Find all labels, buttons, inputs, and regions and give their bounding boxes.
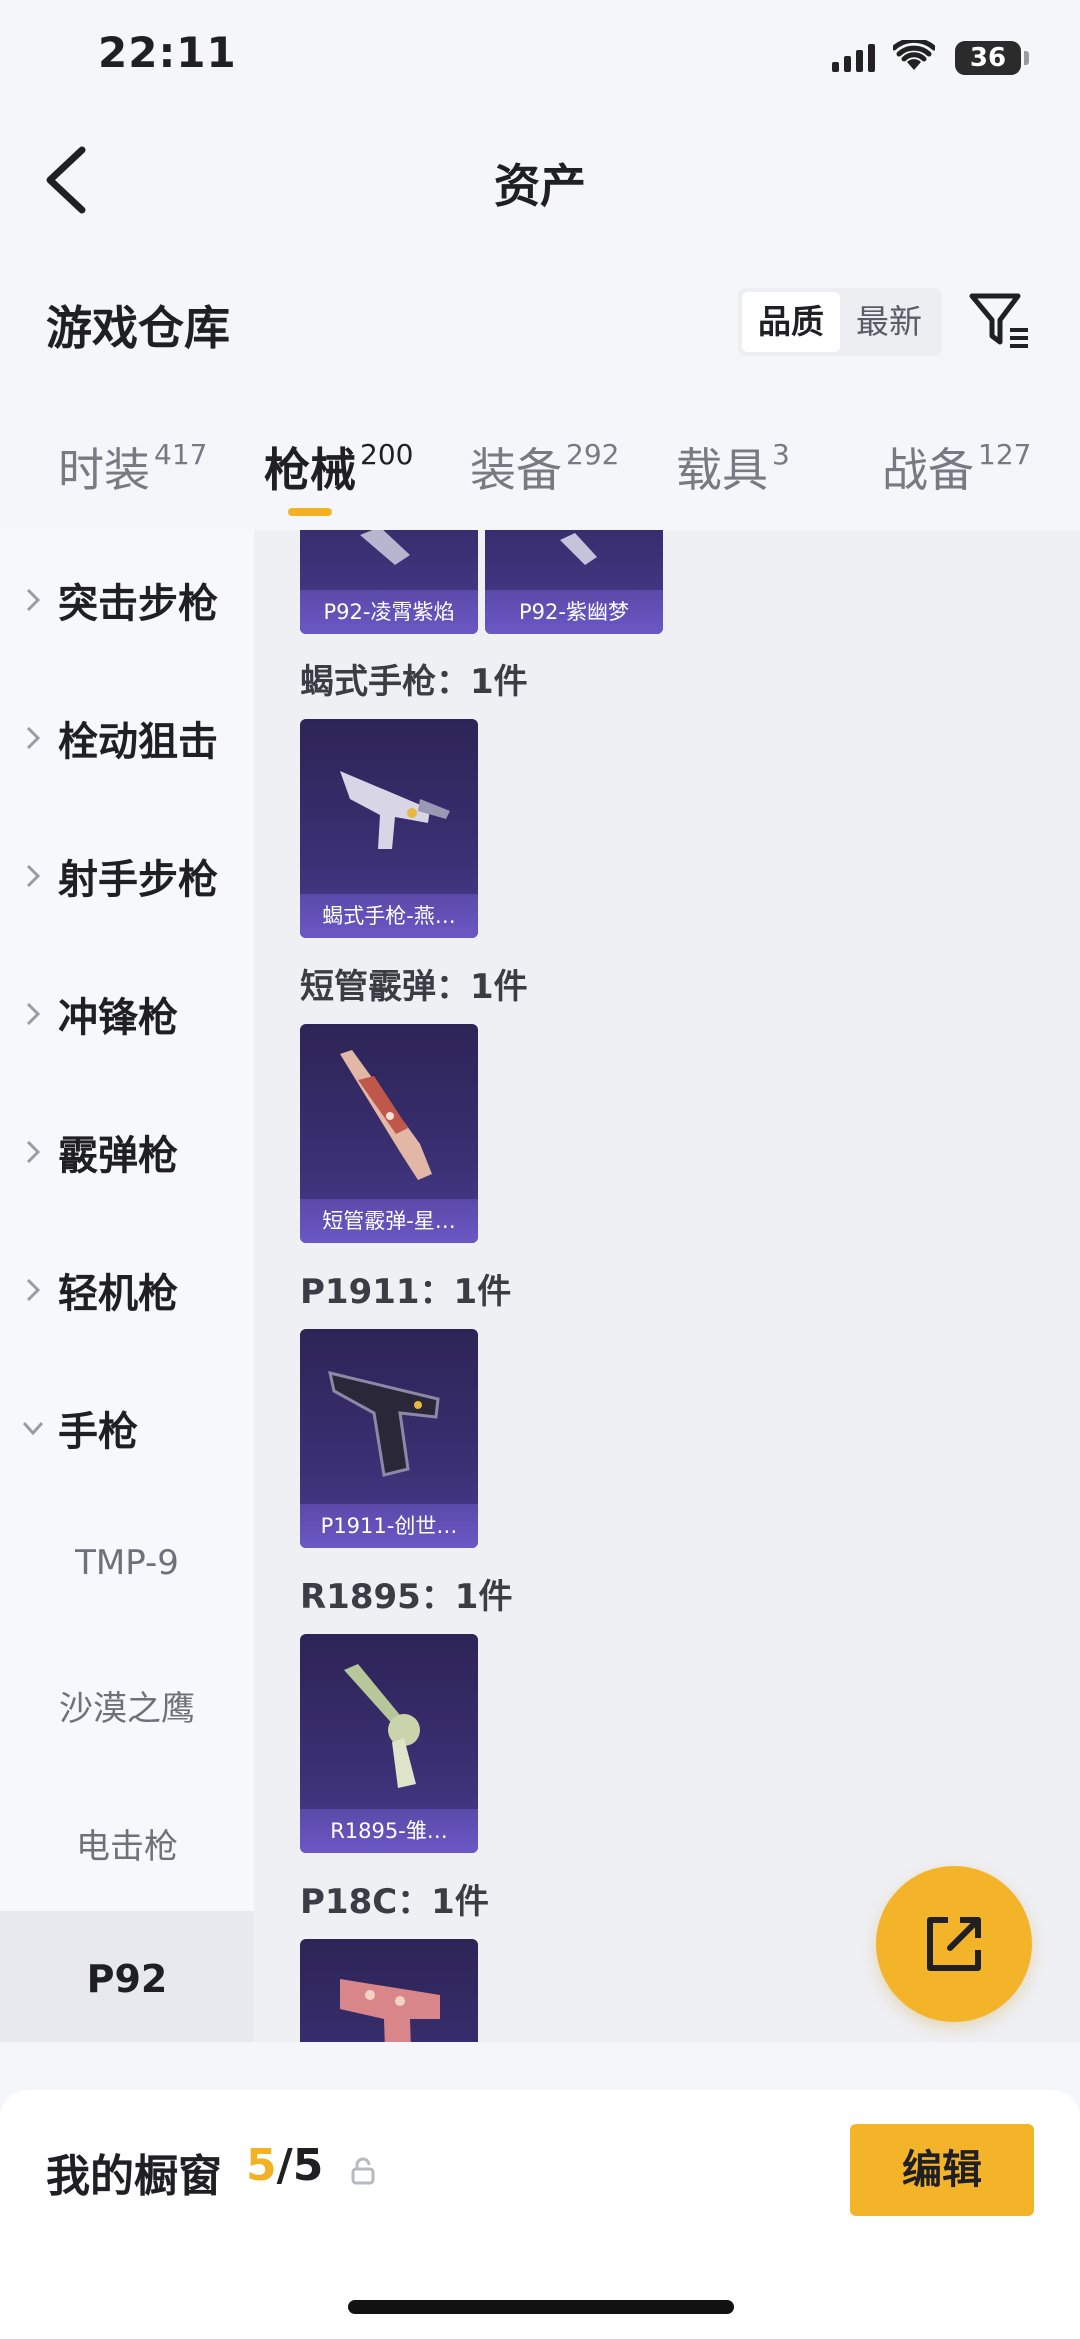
sidebar-item-assault-rifle[interactable]: 突击步枪: [0, 531, 254, 669]
weapon-card-label: 蝎式手枪-燕…: [300, 894, 478, 938]
sidebar-subitem-p92[interactable]: P92: [0, 1911, 254, 2042]
chevron-down-icon: [22, 1421, 44, 1436]
sidebar-item-label: 射手步枪: [58, 857, 218, 903]
weapon-card[interactable]: R1895-雏…: [300, 1634, 478, 1853]
weapon-card[interactable]: [300, 1939, 478, 2042]
group-heading: P1911：1件: [300, 1272, 512, 1312]
weapon-card-label: P92-紫幽梦: [485, 590, 663, 634]
page-title: 资产: [494, 159, 586, 213]
weapon-image: [328, 1370, 440, 1477]
group-heading: R1895：1件: [300, 1577, 513, 1617]
tab-count: 200: [360, 438, 414, 471]
group-heading: P18C：1件: [300, 1882, 489, 1922]
tab-label: 枪械: [264, 443, 356, 497]
sidebar-item-label: 霰弹枪: [58, 1133, 178, 1179]
sidebar-item-label: 轻机枪: [58, 1271, 178, 1317]
sidebar-item-label: 栓动狙击: [58, 719, 218, 765]
status-time: 22:11: [98, 28, 237, 77]
weapon-card-label: R1895-雏…: [300, 1809, 478, 1853]
weapon-image: [340, 1050, 432, 1180]
sidebar-item-lmg[interactable]: 轻机枪: [0, 1221, 254, 1359]
sidebar-item-smg[interactable]: 冲锋枪: [0, 945, 254, 1083]
filter-button[interactable]: [968, 290, 1032, 354]
tab-supplies[interactable]: 战备 127: [882, 434, 1031, 500]
tab-count: 3: [772, 438, 790, 471]
weapon-image: [560, 533, 597, 565]
sidebar-item-shotgun[interactable]: 霰弹枪: [0, 1083, 254, 1221]
chevron-right-icon: [26, 1140, 41, 1164]
tab-firearms[interactable]: 枪械 200: [264, 434, 413, 500]
showcase-count: 5/5: [246, 2140, 323, 2191]
weapon-card[interactable]: 蝎式手枪-燕…: [300, 719, 478, 938]
tab-count: 417: [154, 438, 208, 471]
sidebar-subitem-tmp9[interactable]: TMP-9: [0, 1497, 254, 1635]
sidebar-subitem-desert-eagle[interactable]: 沙漠之鹰: [0, 1635, 254, 1773]
showcase-bar: 我的橱窗 5/5 编辑: [0, 2090, 1080, 2339]
sidebar-item-label: 手枪: [58, 1409, 138, 1455]
sidebar-subitem-label: P92: [86, 1957, 168, 2001]
sort-option-quality[interactable]: 品质: [742, 292, 840, 352]
chevron-right-icon: [26, 1278, 41, 1302]
sidebar-subitem-label: 沙漠之鹰: [59, 1689, 195, 1729]
sidebar-item-bolt-sniper[interactable]: 栓动狙击: [0, 669, 254, 807]
sidebar-item-marksman-rifle[interactable]: 射手步枪: [0, 807, 254, 945]
tab-label: 载具: [676, 443, 768, 497]
battery-level: 36: [969, 43, 1007, 73]
weapon-image: [340, 771, 450, 849]
weapon-grid: P92-凌霄紫焰 P92-紫幽梦 蝎式手枪：1件 蝎式手枪-燕… 短管霰弹：1件…: [254, 530, 1080, 2042]
sidebar-subitem-label: TMP-9: [75, 1543, 179, 1583]
sidebar-item-label: 冲锋枪: [58, 995, 178, 1041]
chevron-right-icon: [26, 588, 41, 612]
chevron-right-icon: [26, 864, 41, 888]
tab-vehicles[interactable]: 载具 3: [676, 434, 790, 500]
weapon-category-sidebar: 突击步枪 栓动狙击 射手步枪 冲锋枪 霰弹枪 轻机枪 手枪 TMP-9 沙漠之鹰…: [0, 530, 254, 2042]
weapon-card[interactable]: P1911-创世…: [300, 1329, 478, 1548]
battery-cap: [1024, 51, 1029, 65]
weapon-card[interactable]: P92-凌霄紫焰: [300, 530, 478, 634]
sidebar-item-pistol[interactable]: 手枪: [0, 1359, 254, 1497]
showcase-count-total: 5: [292, 2140, 324, 2191]
sort-toggle: 品质 最新: [738, 288, 942, 356]
edit-button[interactable]: 编辑: [850, 2124, 1034, 2216]
weapon-image: [340, 1979, 440, 2042]
sidebar-item-label: 突击步枪: [58, 581, 218, 627]
status-bar: 22:11 36: [0, 0, 1080, 120]
home-indicator: [348, 2300, 734, 2314]
category-tabs: 时装 417 枪械 200 装备 292 载具 3 战备 127: [0, 420, 1080, 530]
weapon-card[interactable]: 短管霰弹-星…: [300, 1024, 478, 1243]
group-heading: 蝎式手枪：1件: [300, 662, 528, 702]
weapon-image: [344, 1664, 420, 1788]
filter-icon: [969, 293, 1028, 348]
share-button[interactable]: [876, 1866, 1032, 2022]
tab-label: 战备: [882, 443, 974, 497]
share-icon: [927, 1917, 981, 1971]
chevron-right-icon: [26, 726, 41, 750]
weapon-card-label: P1911-创世…: [300, 1504, 478, 1548]
tab-label: 时装: [58, 443, 150, 497]
weapon-image: [360, 530, 410, 565]
cellular-signal-icon: [832, 44, 875, 72]
wifi-icon: [893, 40, 935, 70]
battery-icon: 36: [955, 41, 1021, 75]
tab-label: 装备: [470, 443, 562, 497]
section-title: 游戏仓库: [46, 301, 230, 355]
tab-equipment[interactable]: 装备 292: [470, 434, 619, 500]
sort-option-newest[interactable]: 最新: [840, 292, 938, 352]
showcase-label: 我的橱窗: [46, 2151, 222, 2202]
lock-icon: [351, 2157, 375, 2185]
chevron-right-icon: [26, 1002, 41, 1026]
tab-count: 292: [566, 438, 620, 471]
sidebar-subitem-stun-gun[interactable]: 电击枪: [0, 1773, 254, 1911]
group-heading: 短管霰弹：1件: [300, 967, 528, 1007]
weapon-card-label: P92-凌霄紫焰: [300, 590, 478, 634]
active-tab-indicator: [288, 508, 332, 516]
sidebar-subitem-label: 电击枪: [76, 1827, 178, 1867]
tab-count: 127: [978, 438, 1032, 471]
showcase-count-separator: /: [276, 2140, 293, 2191]
showcase-count-current: 5: [246, 2140, 277, 2191]
tab-fashion[interactable]: 时装 417: [58, 434, 207, 500]
weapon-card-label: 短管霰弹-星…: [300, 1199, 478, 1243]
weapon-card[interactable]: P92-紫幽梦: [485, 530, 663, 634]
